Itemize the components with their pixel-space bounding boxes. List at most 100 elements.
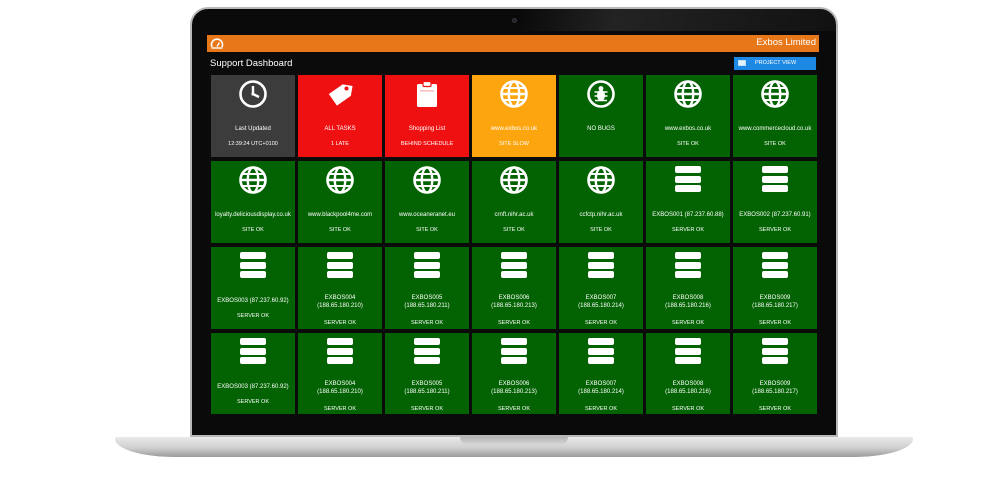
globe-icon	[499, 165, 529, 195]
tile-status: SERVER OK	[585, 406, 617, 412]
dashboard-tile[interactable]: Shopping List BEHIND SCHEDULE	[385, 75, 469, 157]
tile-label-line: www.commercecloud.co.uk	[738, 126, 812, 132]
tile-label-line: EXBOS009	[759, 381, 791, 387]
tile-label-address: (188.65.180.216)	[665, 303, 711, 309]
clipboard-icon	[412, 79, 442, 109]
tile-label-address: (188.65.180.211)	[404, 303, 450, 309]
tile-label: EXBOS003 (87.237.60.92)	[211, 383, 295, 391]
tile-label-address: (188.65.180.214)	[578, 389, 624, 395]
tile-status: SITE OK	[416, 227, 438, 233]
dashboard-tile[interactable]: EXBOS005 (188.65.180.211) SERVER OK	[385, 247, 469, 329]
dashboard-tile[interactable]: loyalty.deliciousdisplay.co.uk SITE OK	[211, 161, 295, 243]
tile-label: EXBOS006 (188.65.180.213)	[472, 294, 556, 310]
tile-label-address: (188.65.180.213)	[491, 389, 537, 395]
tile-status: SERVER OK	[237, 399, 269, 405]
tile-label: crnft.nihr.ac.uk	[472, 211, 556, 219]
tile-status: SERVER OK	[411, 320, 443, 326]
dashboard-tile[interactable]: EXBOS002 (87.237.60.91) SERVER OK	[733, 161, 817, 243]
dashboard-tile[interactable]: EXBOS009 (188.65.180.217) SERVER OK	[733, 333, 817, 414]
project-view-label: PROJECT VIEW	[755, 60, 797, 66]
monitor-icon	[738, 60, 746, 66]
tile-status: SERVER OK	[498, 406, 530, 412]
dashboard-tile[interactable]: EXBOS003 (87.237.60.92) SERVER OK	[211, 247, 295, 329]
tile-label-line: NO BUGS	[587, 126, 615, 132]
tile-label-line: Shopping List	[408, 126, 446, 132]
dashboard-tile[interactable]: www.blackpool4me.com SITE OK	[298, 161, 382, 243]
tile-label-line: EXBOS005	[411, 295, 443, 301]
globe-icon	[673, 79, 703, 109]
tile-status: SITE SLOW	[499, 141, 529, 147]
tile-status: 12:39:24 UTC+0100	[228, 141, 278, 147]
tile-label: loyalty.deliciousdisplay.co.uk	[211, 211, 295, 219]
dashboard-tile[interactable]: crnft.nihr.ac.uk SITE OK	[472, 161, 556, 243]
globe-icon	[412, 165, 442, 195]
dashboard-tile[interactable]: www.oceaneranet.eu SITE OK	[385, 161, 469, 243]
dashboard-tile[interactable]: Last Updated 12:39:24 UTC+0100	[211, 75, 295, 157]
tile-status: 1 LATE	[331, 141, 349, 147]
tile-label-line: www.exbos.co.uk	[490, 126, 538, 132]
tile-label-line: EXBOS008	[672, 381, 704, 387]
tile-label-line: EXBOS003 (87.237.60.92)	[217, 384, 289, 390]
tile-status: SERVER OK	[237, 313, 269, 319]
tile-label-line: EXBOS006	[498, 381, 530, 387]
tile-status: SERVER OK	[324, 320, 356, 326]
tile-label-address: (188.65.180.210)	[317, 389, 363, 395]
dashboard-tile[interactable]: EXBOS007 (188.65.180.214) SERVER OK	[559, 333, 643, 414]
dashboard-tile[interactable]: EXBOS006 (188.65.180.213) SERVER OK	[472, 247, 556, 329]
tile-label: EXBOS003 (87.237.60.92)	[211, 297, 295, 305]
cloud-gauge-icon[interactable]	[210, 37, 224, 50]
globe-icon	[325, 165, 355, 195]
dashboard-tile[interactable]: ALL TASKS 1 LATE	[298, 75, 382, 157]
tile-label-line: www.blackpool4me.com	[307, 212, 373, 218]
globe-icon	[499, 79, 529, 109]
tile-status: SERVER OK	[411, 406, 443, 412]
tile-label: www.blackpool4me.com	[298, 211, 382, 219]
tile-label-line: EXBOS007	[585, 295, 617, 301]
tile-label-line: EXBOS008	[672, 295, 704, 301]
tile-label: EXBOS004 (188.65.180.210)	[298, 380, 382, 396]
tile-status: SERVER OK	[759, 406, 791, 412]
dashboard-tile[interactable]: EXBOS007 (188.65.180.214) SERVER OK	[559, 247, 643, 329]
camera-icon	[512, 18, 517, 23]
tile-label: EXBOS008 (188.65.180.216)	[646, 380, 730, 396]
tile-label-address: (188.65.180.211)	[404, 389, 450, 395]
dashboard-tile[interactable]: EXBOS009 (188.65.180.217) SERVER OK	[733, 247, 817, 329]
tile-label: Last Updated	[211, 125, 295, 133]
dashboard-tile[interactable]: www.commercecloud.co.uk SITE OK	[733, 75, 817, 157]
dashboard-tile[interactable]: ccfctp.nihr.ac.uk SITE OK	[559, 161, 643, 243]
top-bar: Exbos Limited	[207, 35, 819, 52]
dashboard-tile[interactable]: EXBOS001 (87.237.60.88) SERVER OK	[646, 161, 730, 243]
bug-icon	[586, 79, 616, 109]
dashboard-tile[interactable]: EXBOS008 (188.65.180.216) SERVER OK	[646, 247, 730, 329]
tile-label-line: EXBOS004	[324, 295, 356, 301]
tile-status: SITE OK	[764, 141, 786, 147]
tile-label-line: ccfctp.nihr.ac.uk	[579, 212, 623, 218]
dashboard-tile[interactable]: www.exbos.co.uk SITE OK	[646, 75, 730, 157]
dashboard-tile[interactable]: EXBOS006 (188.65.180.213) SERVER OK	[472, 333, 556, 414]
tile-status: SITE OK	[329, 227, 351, 233]
tile-status: SERVER OK	[759, 320, 791, 326]
tile-label-line: loyalty.deliciousdisplay.co.uk	[215, 212, 291, 218]
project-view-button[interactable]: PROJECT VIEW	[734, 57, 816, 70]
dashboard-tile[interactable]: EXBOS004 (188.65.180.210) SERVER OK	[298, 247, 382, 329]
tile-label-line: www.exbos.co.uk	[664, 126, 712, 132]
tile-label: EXBOS004 (188.65.180.210)	[298, 294, 382, 310]
tile-status: SERVER OK	[759, 227, 791, 233]
tile-label: www.exbos.co.uk	[646, 125, 730, 133]
tile-label: EXBOS001 (87.237.60.88)	[646, 211, 730, 219]
tile-label: ccfctp.nihr.ac.uk	[559, 211, 643, 219]
dashboard-tile[interactable]: EXBOS008 (188.65.180.216) SERVER OK	[646, 333, 730, 414]
dashboard-tile[interactable]: www.exbos.co.uk SITE SLOW	[472, 75, 556, 157]
dashboard-tile[interactable]: EXBOS005 (188.65.180.211) SERVER OK	[385, 333, 469, 414]
dashboard-tile[interactable]: EXBOS003 (87.237.60.92) SERVER OK	[211, 333, 295, 414]
lid-gloss	[520, 9, 836, 31]
tile-label-address: (188.65.180.210)	[317, 303, 363, 309]
dashboard-tile[interactable]: EXBOS004 (188.65.180.210) SERVER OK	[298, 333, 382, 414]
tile-status: SERVER OK	[672, 406, 704, 412]
tile-status: SERVER OK	[672, 227, 704, 233]
tile-label: EXBOS009 (188.65.180.217)	[733, 294, 817, 310]
tile-label-line: ALL TASKS	[324, 126, 356, 132]
tile-status: SERVER OK	[585, 320, 617, 326]
tile-label: EXBOS006 (188.65.180.213)	[472, 380, 556, 396]
dashboard-tile[interactable]: NO BUGS	[559, 75, 643, 157]
